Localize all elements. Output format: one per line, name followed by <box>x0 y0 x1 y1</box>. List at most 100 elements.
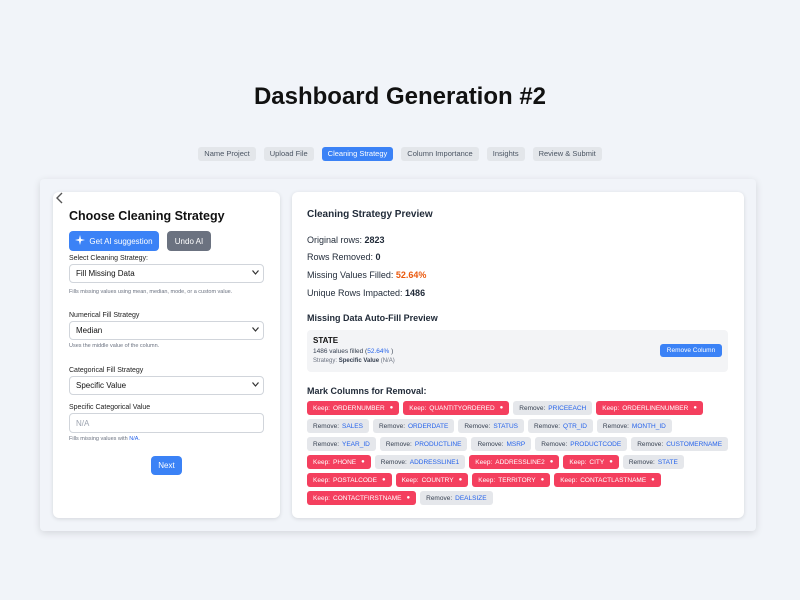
chip-column-name: STATUS <box>493 422 519 430</box>
chip-column-name: YEAR_ID <box>342 440 370 448</box>
chip-column-name: DEALSIZE <box>455 494 487 502</box>
preview-title: Cleaning Strategy Preview <box>307 209 433 220</box>
chip-column-name: MSRP <box>506 440 526 448</box>
chip-action: Remove: <box>464 422 491 430</box>
filled-pct: 52.64% <box>367 348 390 355</box>
cleaning-strategy-value: Fill Missing Data <box>76 269 135 278</box>
strategy-label: Strategy: <box>313 358 339 364</box>
column-chip-ordernumber[interactable]: Keep: ORDERNUMBER ● <box>307 401 400 415</box>
chip-column-name: QUANTITYORDERED <box>429 404 495 412</box>
original-rows-stat: Original rows: 2823 <box>307 235 385 245</box>
step-name-project[interactable]: Name Project <box>198 147 256 161</box>
numerical-fill-value: Median <box>76 326 103 335</box>
form-title: Choose Cleaning Strategy <box>69 209 225 223</box>
step-column-importance[interactable]: Column Importance <box>401 147 479 161</box>
rows-removed-stat: Rows Removed: 0 <box>307 252 381 262</box>
column-chip-orderdate[interactable]: Remove: ORDERDATE <box>372 419 455 433</box>
column-chip-contactfirstname[interactable]: Keep: CONTACTFIRSTNAME ● <box>307 491 417 505</box>
step-cleaning-strategy[interactable]: Cleaning Strategy <box>321 147 394 161</box>
preview-strategy: Strategy: Specific Value (N/A) <box>313 358 395 364</box>
column-chip-priceeach[interactable]: Remove: PRICEEACH <box>513 401 593 415</box>
specific-help-prefix: Fills missing values with <box>69 436 130 442</box>
chip-action: Keep: <box>602 404 620 412</box>
column-chip-addressline2[interactable]: Keep: ADDRESSLINE2 ● <box>469 455 560 469</box>
chip-column-name: PHONE <box>333 458 357 466</box>
chip-column-name: STATE <box>657 458 678 466</box>
missing-filled-value: 52.64% <box>395 270 427 280</box>
column-chips: Keep: ORDERNUMBER ● Keep: QUANTITYORDERED ● Re… <box>307 401 737 505</box>
cleaning-strategy-select[interactable]: Fill Missing Data <box>69 264 264 283</box>
chip-action: Remove: <box>378 422 405 430</box>
column-chip-addressline1[interactable]: Remove: ADDRESSLINE1 <box>374 455 466 469</box>
toggle-dot-icon: ● <box>549 459 554 465</box>
column-chip-customername[interactable]: Remove: CUSTOMERNAME <box>631 437 729 451</box>
column-chip-status[interactable]: Remove: STATUS <box>458 419 525 433</box>
chip-column-name: ADDRESSLINE1 <box>409 458 460 466</box>
specific-help-value: N/A. <box>129 436 140 442</box>
column-chip-city[interactable]: Keep: CITY ● <box>563 455 619 469</box>
chip-action: Keep: <box>313 494 330 502</box>
chip-column-name: CONTACTFIRSTNAME <box>333 494 402 502</box>
mark-columns-title: Mark Columns for Removal: <box>307 386 427 396</box>
column-chip-qtr-id[interactable]: Remove: QTR_ID <box>528 419 593 433</box>
toggle-dot-icon: ● <box>389 405 394 411</box>
back-icon[interactable] <box>55 192 65 207</box>
strategy-value: Specific Value <box>338 358 380 364</box>
chip-column-name: POSTALCODE <box>333 476 377 484</box>
chip-action: Keep: <box>313 458 330 466</box>
column-chip-productline[interactable]: Remove: PRODUCTLINE <box>379 437 468 451</box>
chip-column-name: SALES <box>342 422 363 430</box>
step-review-submit[interactable]: Review & Submit <box>532 147 602 161</box>
preview-filled-count: 1486 values filled (52.64% ) <box>313 348 393 355</box>
column-chip-dealsize[interactable]: Remove: DEALSIZE <box>420 491 493 505</box>
toggle-dot-icon: ● <box>458 477 463 483</box>
categorical-fill-select[interactable]: Specific Value <box>69 376 264 395</box>
chip-column-name: ADDRESSLINE2 <box>495 458 545 466</box>
chip-action: Remove: <box>313 422 340 430</box>
toggle-dot-icon: ● <box>499 405 504 411</box>
original-rows-label: Original rows: <box>307 235 365 245</box>
chip-action: Remove: <box>380 458 407 466</box>
column-chip-msrp[interactable]: Remove: MSRP <box>471 437 532 451</box>
chip-column-name: PRODUCTCODE <box>570 440 622 448</box>
column-chip-country[interactable]: Keep: COUNTRY ● <box>395 473 469 487</box>
filled-text: values filled ( <box>327 348 368 355</box>
column-chip-productcode[interactable]: Remove: PRODUCTCODE <box>535 437 628 451</box>
column-chip-state[interactable]: Remove: STATE <box>622 455 684 469</box>
chip-action: Remove: <box>602 422 629 430</box>
chip-action: Keep: <box>569 458 587 466</box>
toggle-dot-icon: ● <box>540 477 545 483</box>
column-chip-orderlinenumber[interactable]: Keep: ORDERLINENUMBER ● <box>596 401 703 415</box>
rows-removed-value: 0 <box>375 252 381 262</box>
cleaning-strategy-label: Select Cleaning Strategy: <box>69 255 148 262</box>
numerical-fill-select[interactable]: Median <box>69 321 264 340</box>
toggle-dot-icon: ● <box>693 405 697 411</box>
step-upload-file[interactable]: Upload File <box>263 147 314 161</box>
specific-value-input[interactable]: N/A <box>69 413 264 433</box>
column-chip-month-id[interactable]: Remove: MONTH_ID <box>596 419 672 433</box>
chip-column-name: QTR_ID <box>563 422 587 430</box>
next-button[interactable]: Next <box>151 456 182 475</box>
remove-column-button[interactable]: Remove Column <box>660 344 722 357</box>
undo-ai-button[interactable]: Undo AI <box>167 231 211 251</box>
step-insights[interactable]: Insights <box>486 147 525 161</box>
ai-suggestion-button[interactable]: Get AI suggestion <box>69 231 159 251</box>
categorical-fill-value: Specific Value <box>76 381 127 390</box>
chip-column-name: ORDERLINENUMBER <box>622 404 689 412</box>
column-chip-quantityordered[interactable]: Keep: QUANTITYORDERED ● <box>403 401 510 415</box>
column-chip-postalcode[interactable]: Keep: POSTALCODE ● <box>307 473 392 487</box>
chip-action: Keep: <box>313 404 330 412</box>
unique-rows-stat: Unique Rows Impacted: 1486 <box>307 288 425 298</box>
chip-column-name: TERRITORY <box>498 476 536 484</box>
chip-action: Remove: <box>534 422 561 430</box>
column-chip-territory[interactable]: Keep: TERRITORY ● <box>472 473 551 487</box>
chip-column-name: CONTACTLASTNAME <box>580 476 647 484</box>
chip-action: Remove: <box>541 440 568 448</box>
column-chip-phone[interactable]: Keep: PHONE ● <box>307 455 371 469</box>
column-chip-contactlastname[interactable]: Keep: CONTACTLASTNAME ● <box>554 473 661 487</box>
toggle-dot-icon: ● <box>651 477 655 483</box>
column-chip-year-id[interactable]: Remove: YEAR_ID <box>307 437 376 451</box>
original-rows-value: 2823 <box>364 235 385 245</box>
column-chip-sales[interactable]: Remove: SALES <box>307 419 369 433</box>
chip-column-name: PRODUCTLINE <box>414 440 462 448</box>
